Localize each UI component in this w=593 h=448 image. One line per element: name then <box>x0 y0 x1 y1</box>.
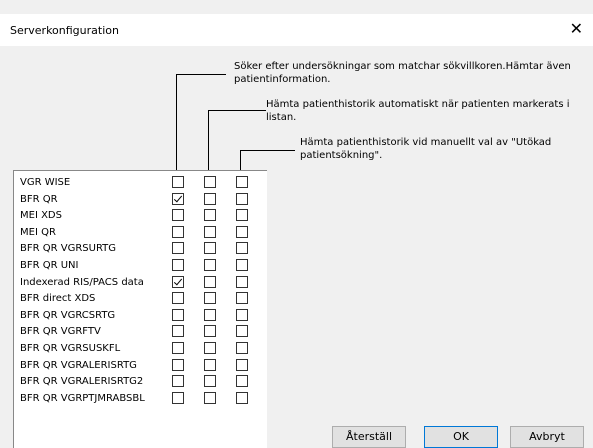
checkbox-col1[interactable] <box>172 292 184 305</box>
checkbox-col3[interactable] <box>236 325 248 338</box>
checkbox-col1[interactable] <box>172 358 184 371</box>
checkbox-col1[interactable] <box>172 176 184 188</box>
checkbox-col1[interactable] <box>172 325 184 338</box>
close-icon[interactable]: ✕ <box>570 20 583 38</box>
checkbox-col1[interactable] <box>172 259 184 271</box>
checkbox-col1[interactable] <box>172 342 184 354</box>
checkbox-col2[interactable] <box>204 259 216 271</box>
checkbox-col2[interactable] <box>204 225 216 238</box>
checkbox-col3[interactable] <box>236 176 248 188</box>
server-name: BFR QR VGRPTJMRABSBL <box>20 392 145 404</box>
checkbox-col3[interactable] <box>236 225 248 238</box>
checkbox-col2[interactable] <box>204 192 216 205</box>
checkbox-col2[interactable] <box>204 176 216 188</box>
table-row: Indexerad RIS/PACS data <box>14 275 267 291</box>
table-row: BFR direct XDS <box>14 291 267 307</box>
checkbox-col1[interactable] <box>172 192 184 205</box>
dialog-titlebar: Serverkonfiguration ✕ <box>0 14 593 46</box>
dialog-title: Serverkonfiguration <box>10 24 119 37</box>
checkbox-col2[interactable] <box>204 292 216 305</box>
checkbox-col1[interactable] <box>172 242 184 255</box>
table-row: BFR QR VGRSUSKFL <box>14 341 267 357</box>
server-name: MEI XDS <box>20 210 62 222</box>
checkbox-col1[interactable] <box>172 275 184 288</box>
table-row: BFR QR VGRPTJMRABSBL <box>14 391 267 407</box>
server-name: Indexerad RIS/PACS data <box>20 276 144 288</box>
server-name: BFR QR VGRSURTG <box>20 243 117 255</box>
server-name: BFR QR VGRFTV <box>20 326 101 338</box>
checkbox-col2[interactable] <box>204 308 216 321</box>
checkbox-col3[interactable] <box>236 242 248 255</box>
cancel-button[interactable]: Avbryt <box>510 426 584 448</box>
checkbox-col3[interactable] <box>236 259 248 271</box>
checkbox-col1[interactable] <box>172 391 184 404</box>
checkbox-col1[interactable] <box>172 375 184 388</box>
checkbox-col3[interactable] <box>236 391 248 404</box>
table-row: BFR QR VGRALERISRTG <box>14 358 267 374</box>
checkbox-col2[interactable] <box>204 275 216 288</box>
table-row: BFR QR VGRCSRTG <box>14 308 267 324</box>
checkbox-col2[interactable] <box>204 342 216 354</box>
server-name: BFR QR VGRCSRTG <box>20 309 116 321</box>
checkbox-col3[interactable] <box>236 358 248 371</box>
connector-col3 <box>240 150 295 170</box>
server-name: VGR WISE <box>20 177 71 188</box>
checkbox-col3[interactable] <box>236 308 248 321</box>
description-col1: Söker efter undersökningar som matchar s… <box>234 61 571 85</box>
server-name: BFR QR UNI <box>20 260 79 271</box>
checkbox-col2[interactable] <box>204 325 216 338</box>
table-row: BFR QR VGRALERISRTG2 <box>14 374 267 390</box>
server-name: BFR QR VGRALERISRTG <box>20 359 137 371</box>
table-row: BFR QR VGRSURTG <box>14 241 267 257</box>
table-row: VGR WISE <box>14 175 267 191</box>
checkbox-col3[interactable] <box>236 209 248 222</box>
server-name: BFR QR VGRSUSKFL <box>20 343 121 354</box>
checkbox-col3[interactable] <box>236 292 248 305</box>
checkbox-col3[interactable] <box>236 192 248 205</box>
server-table: VGR WISE BFR QR MEI XDS MEI QR BFR QR VGRSUR… <box>13 170 267 448</box>
server-name: BFR QR <box>20 193 58 205</box>
table-row: MEI QR <box>14 225 267 241</box>
checkbox-col2[interactable] <box>204 242 216 255</box>
description-col3: Hämta patienthistorik vid manuellt val a… <box>300 137 552 161</box>
checkbox-col3[interactable] <box>236 375 248 388</box>
reset-button[interactable]: Återställ <box>332 426 406 448</box>
table-row: MEI XDS <box>14 208 267 224</box>
checkbox-col1[interactable] <box>172 225 184 238</box>
table-row: BFR QR VGRFTV <box>14 324 267 340</box>
checkbox-col1[interactable] <box>172 308 184 321</box>
table-row: BFR QR UNI <box>14 258 267 274</box>
top-strip <box>0 0 593 14</box>
checkbox-col2[interactable] <box>204 209 216 222</box>
checkbox-col3[interactable] <box>236 342 248 354</box>
server-name: BFR direct XDS <box>20 293 96 305</box>
server-name: BFR QR VGRALERISRTG2 <box>20 376 144 388</box>
checkbox-col2[interactable] <box>204 391 216 404</box>
table-row: BFR QR <box>14 192 267 208</box>
ok-button[interactable]: OK <box>424 426 498 448</box>
description-col2: Hämta patienthistorik automatiskt när pa… <box>266 99 570 123</box>
checkbox-col2[interactable] <box>204 375 216 388</box>
server-name: MEI QR <box>20 226 56 238</box>
checkbox-col3[interactable] <box>236 275 248 288</box>
checkbox-col2[interactable] <box>204 358 216 371</box>
checkbox-col1[interactable] <box>172 209 184 222</box>
